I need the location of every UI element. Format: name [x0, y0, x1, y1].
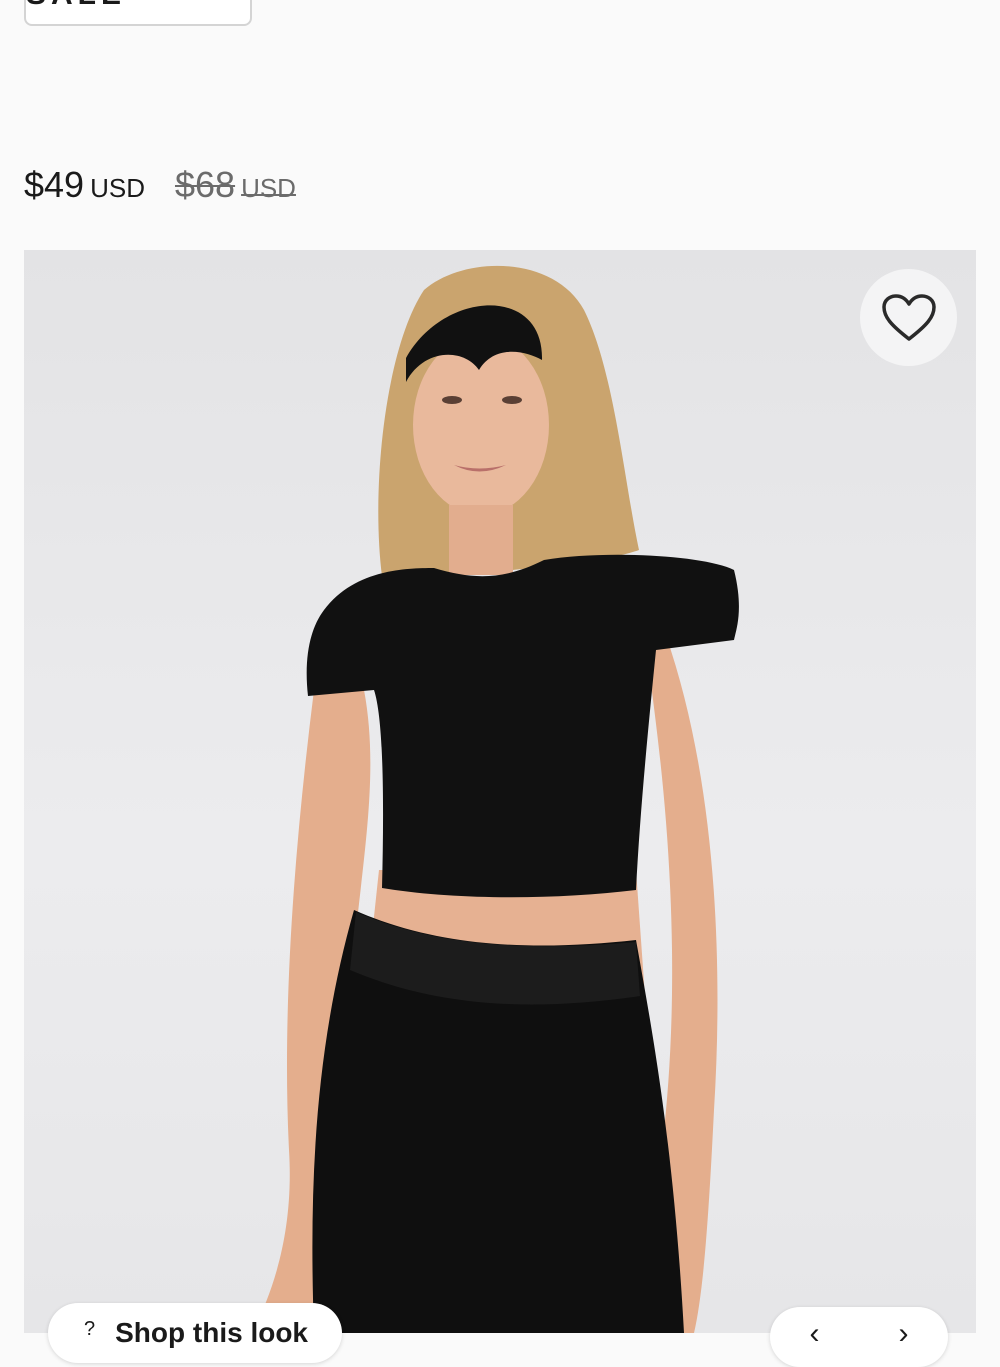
chevron-left-icon[interactable]: ‹	[810, 1319, 820, 1349]
original-price-amount: $68	[174, 164, 236, 205]
neck	[449, 505, 513, 575]
shop-this-look-label: Shop this look	[115, 1317, 309, 1348]
shop-this-look-button[interactable]: ? Shop this look	[48, 1303, 342, 1363]
model-illustration	[252, 265, 739, 1333]
original-price: $68 USD	[175, 164, 296, 206]
chevron-right-icon[interactable]: ›	[899, 1319, 909, 1349]
heart-outline-icon	[881, 293, 936, 341]
original-price-currency: USD	[241, 173, 296, 203]
product-image[interactable]	[24, 250, 976, 1333]
final-sale-label: FINAL SALE	[26, 0, 250, 10]
sale-price-currency: USD	[90, 173, 145, 203]
carousel-controls: ‹ ›	[770, 1307, 948, 1367]
price-row: $49 USD $68 USD	[24, 164, 296, 208]
hanger-icon: ?	[84, 1318, 96, 1340]
sale-price-amount: $49	[24, 164, 85, 205]
sale-price: $49 USD	[24, 164, 145, 206]
wishlist-button[interactable]	[860, 269, 957, 366]
final-sale-badge: FINAL SALE	[24, 0, 252, 26]
